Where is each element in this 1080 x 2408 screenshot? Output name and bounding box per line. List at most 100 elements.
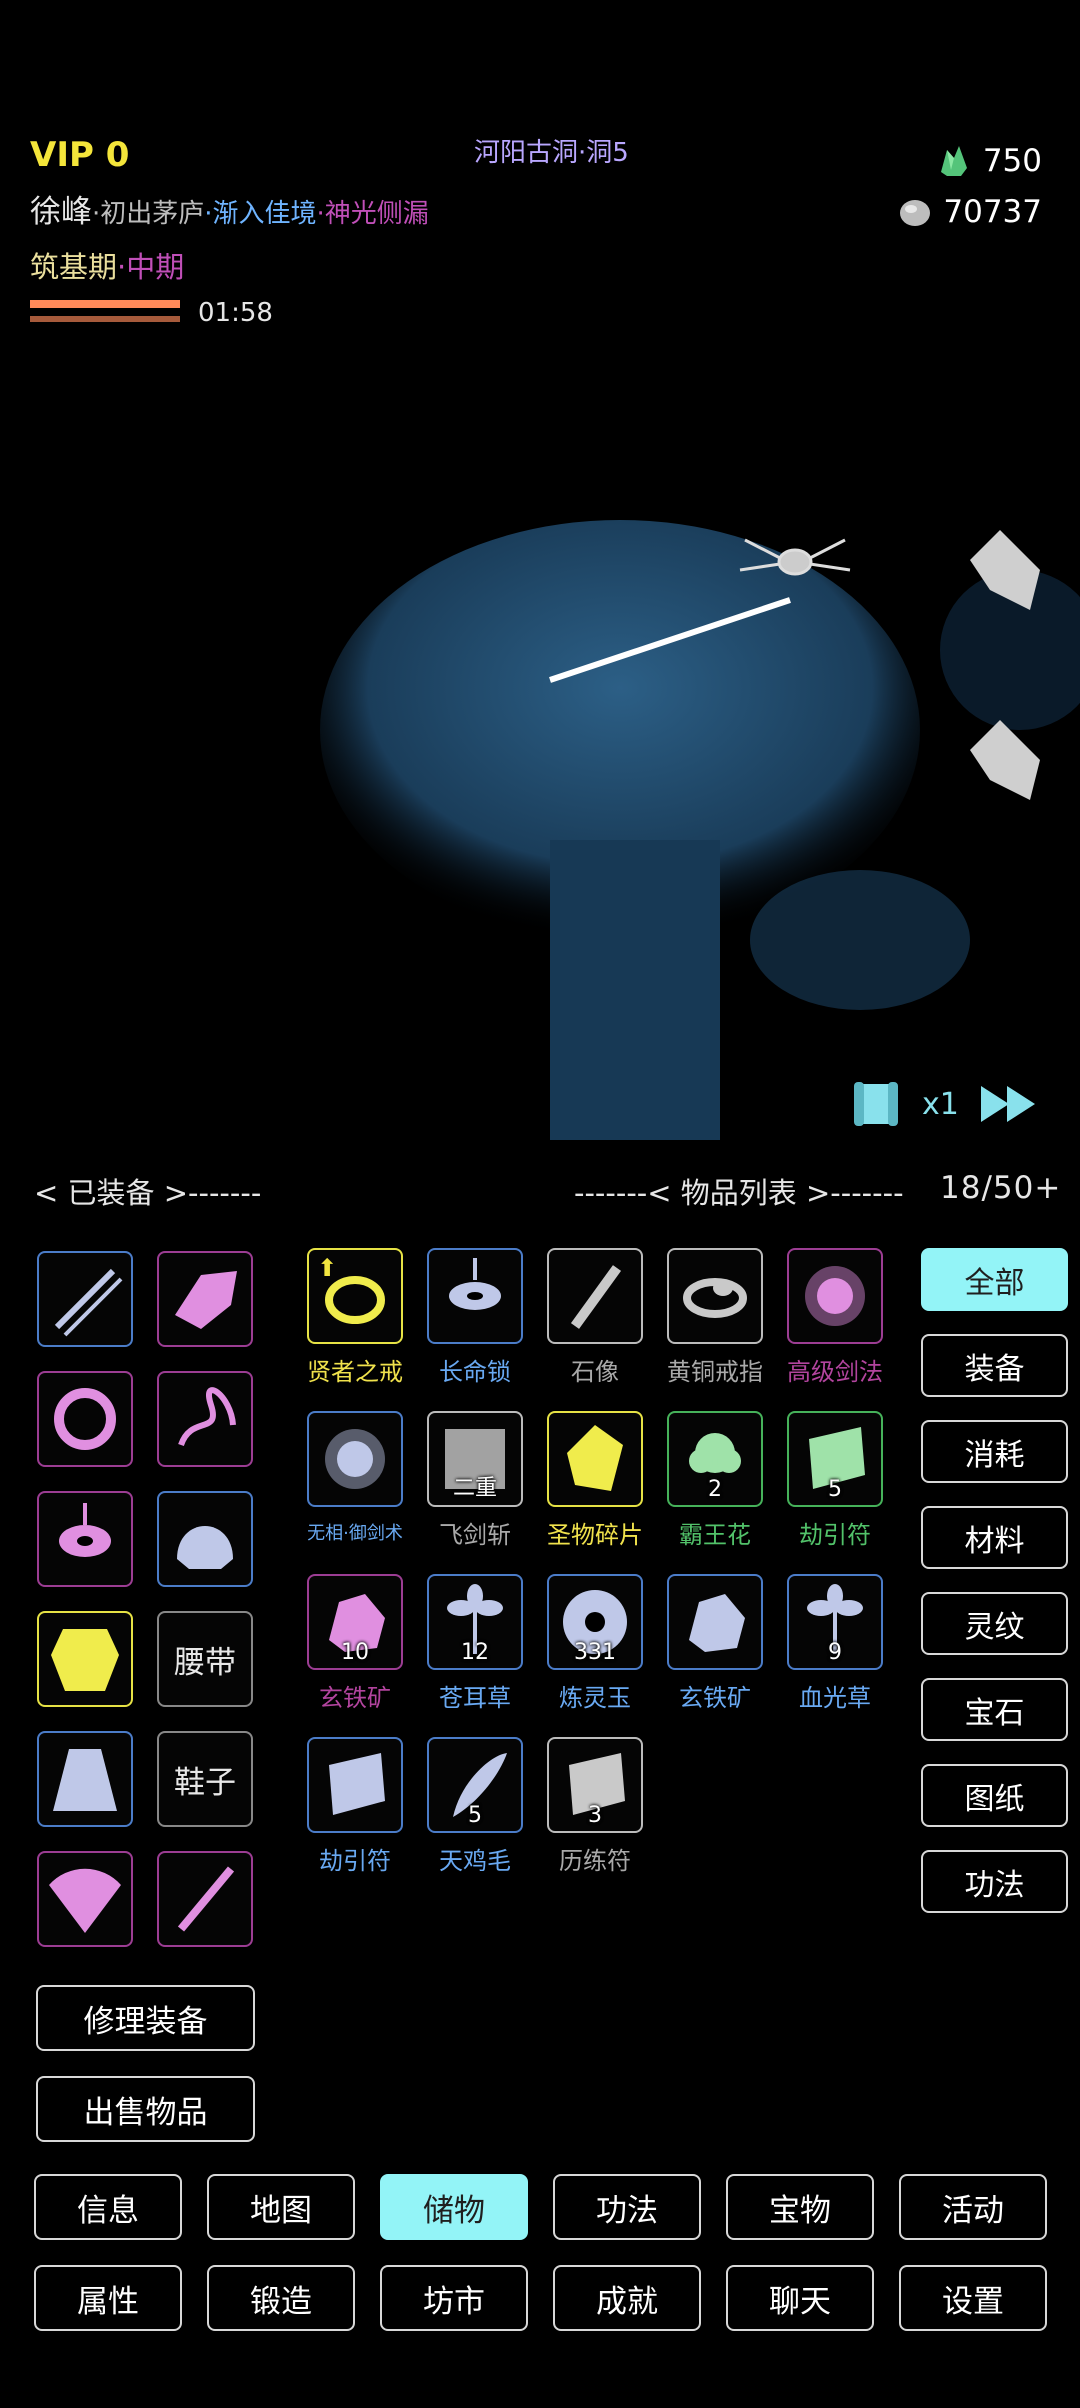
lock-pendant-icon [449, 1258, 501, 1310]
equip-slot[interactable] [37, 1731, 133, 1827]
inventory-item[interactable] [667, 1248, 763, 1344]
nav-tab[interactable]: 活动 [899, 2174, 1047, 2240]
equip-slot[interactable] [37, 1851, 133, 1947]
nav-tab[interactable]: 设置 [899, 2265, 1047, 2331]
status-title-3: ·神光侧漏 [316, 199, 429, 229]
nav-tab[interactable]: 属性 [34, 2265, 182, 2331]
item-name: 玄铁矿 [679, 1684, 751, 1712]
inventory-item[interactable]: 331 [547, 1574, 643, 1670]
inventory-item[interactable] [307, 1411, 403, 1507]
fast-forward-icon[interactable] [979, 1084, 1039, 1124]
inventory-item[interactable]: 二重 [427, 1411, 523, 1507]
filter-tab[interactable]: 图纸 [921, 1764, 1068, 1827]
sell-items-button[interactable]: 出售物品 [36, 2076, 255, 2142]
item-name: 炼灵玉 [559, 1684, 631, 1712]
equip-slot-empty[interactable]: 鞋子 [157, 1731, 253, 1827]
item-name: 劫引符 [319, 1847, 391, 1875]
inventory-item[interactable] [667, 1574, 763, 1670]
battle-scene [320, 520, 1080, 1140]
status-title-1: ·初出茅庐 [92, 199, 205, 229]
equip-slot[interactable] [37, 1491, 133, 1587]
stone-statue-icon [570, 1265, 622, 1329]
gauntlet-icon [175, 1271, 237, 1329]
location-label[interactable]: 河阳古洞·洞5 [474, 132, 629, 169]
inventory-item[interactable]: 5 [427, 1737, 523, 1833]
inventory-item[interactable]: 12 [427, 1574, 523, 1670]
talisman-icon [329, 1753, 385, 1815]
item-count: 3 [588, 1803, 602, 1828]
equip-slot[interactable] [37, 1611, 133, 1707]
nav-tab[interactable]: 宝物 [726, 2174, 874, 2240]
speed-label[interactable]: x1 [922, 1087, 959, 1122]
inventory-capacity[interactable]: 18/50+ [940, 1170, 1061, 1206]
items-header: -------< 物品列表 >------- [574, 1176, 904, 1210]
mana-bar [30, 316, 180, 322]
ore-icon [689, 1594, 745, 1652]
inventory-item[interactable] [547, 1411, 643, 1507]
nav-tab[interactable]: 坊市 [380, 2265, 528, 2331]
equip-slot[interactable] [37, 1371, 133, 1467]
item-count: 331 [574, 1640, 616, 1665]
equip-slot[interactable] [157, 1491, 253, 1587]
item-name: 黄铜戒指 [667, 1358, 763, 1386]
equip-slot[interactable] [37, 1251, 133, 1347]
item-count: 5 [468, 1803, 482, 1828]
pendant-icon [59, 1503, 111, 1557]
nav-tab[interactable]: 信息 [34, 2174, 182, 2240]
item-name: 玄铁矿 [319, 1684, 391, 1712]
aura-icon [178, 1387, 236, 1447]
silver-currency: 70737 [897, 194, 1042, 230]
health-bar [30, 300, 180, 308]
nav-tab[interactable]: 锻造 [207, 2265, 355, 2331]
vip-level[interactable]: VIP 0 [30, 135, 129, 175]
equip-slot[interactable] [157, 1371, 253, 1467]
scroll-log-icon[interactable] [850, 1078, 902, 1130]
item-name: 圣物碎片 [547, 1521, 643, 1549]
sword-art-orb-icon [325, 1429, 385, 1489]
realm-name: 筑基期 [30, 250, 118, 284]
filter-tab[interactable]: 功法 [921, 1850, 1068, 1913]
inventory-item[interactable]: 3 [547, 1737, 643, 1833]
item-name: 高级剑法 [787, 1358, 883, 1386]
inventory-item[interactable] [307, 1737, 403, 1833]
sword-icon [54, 1268, 123, 1337]
helmet-icon [177, 1526, 233, 1569]
inventory-item[interactable] [547, 1248, 643, 1344]
equip-slot-empty[interactable]: 腰带 [157, 1611, 253, 1707]
inventory-item[interactable]: 2 [667, 1411, 763, 1507]
repair-equipment-button[interactable]: 修理装备 [36, 1985, 255, 2051]
item-count: 2 [708, 1477, 722, 1502]
armor-icon [51, 1629, 119, 1691]
inventory-item[interactable]: 10 [307, 1574, 403, 1670]
nav-tab[interactable]: 聊天 [726, 2265, 874, 2331]
equip-slot[interactable] [157, 1251, 253, 1347]
jade-amount: 750 [982, 143, 1042, 179]
nav-tab[interactable]: 功法 [553, 2174, 701, 2240]
filter-tab[interactable]: 材料 [921, 1506, 1068, 1569]
realm-stage: ·中期 [117, 250, 185, 284]
filter-tab[interactable]: 宝石 [921, 1678, 1068, 1741]
item-count: 9 [828, 1640, 842, 1665]
filter-tab[interactable]: 全部 [921, 1248, 1068, 1311]
item-name: 贤者之戒 [307, 1358, 403, 1386]
item-name: 历练符 [559, 1847, 631, 1875]
nav-tab[interactable]: 地图 [207, 2174, 355, 2240]
inventory-item[interactable] [427, 1248, 523, 1344]
filter-tab[interactable]: 装备 [921, 1334, 1068, 1397]
nav-tab[interactable]: 储物 [380, 2174, 528, 2240]
filter-tab[interactable]: 消耗 [921, 1420, 1068, 1483]
inventory-item[interactable] [787, 1248, 883, 1344]
item-count: 5 [828, 1477, 842, 1502]
item-name: 血光草 [799, 1684, 871, 1712]
item-count: 12 [461, 1640, 489, 1665]
equip-slot[interactable] [157, 1851, 253, 1947]
item-name: 飞剑斩 [439, 1521, 511, 1549]
inventory-item[interactable]: 5 [787, 1411, 883, 1507]
nav-tab[interactable]: 成就 [553, 2265, 701, 2331]
inventory-item[interactable]: ⬆ [307, 1248, 403, 1344]
inventory-item[interactable]: 9 [787, 1574, 883, 1670]
filter-tab[interactable]: 灵纹 [921, 1592, 1068, 1655]
player-name: 徐峰 [30, 194, 92, 230]
item-name: 苍耳草 [439, 1684, 511, 1712]
item-name: 霸王花 [679, 1521, 751, 1549]
